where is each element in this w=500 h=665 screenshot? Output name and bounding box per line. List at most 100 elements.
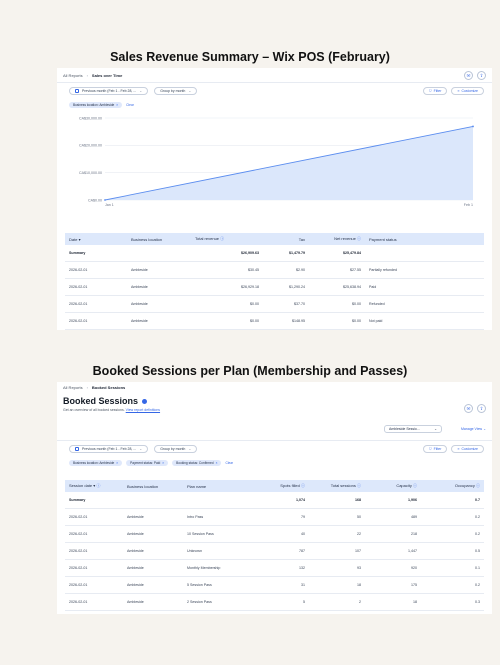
filter-button[interactable]: ⛉ Filter	[423, 445, 448, 453]
filter-chip-location[interactable]: Business location: Ambleside ×	[69, 101, 123, 108]
table-cell: Ambleside	[127, 549, 144, 553]
breadcrumb-all-reports[interactable]: All Reports	[63, 385, 83, 390]
table-cell: Summary	[69, 498, 86, 502]
date-range-select[interactable]: Previous month (Feb 1 - Feb 28, ... ⌄	[69, 87, 149, 95]
table-cell: Ambleside	[131, 268, 148, 272]
breadcrumb-all-reports[interactable]: All Reports	[63, 73, 83, 78]
close-icon[interactable]: ×	[216, 461, 218, 465]
col-total-sessions[interactable]: Total sessions ⓘ	[309, 483, 365, 489]
page-subtitle: Get an overview of all booked sessions. …	[63, 408, 161, 412]
table-cell: 132	[299, 566, 305, 570]
filter-chip-payment-status[interactable]: Payment status: Paid ×	[126, 459, 169, 466]
breadcrumb-separator: ›	[86, 72, 88, 78]
sessions-table: Session date ▾ ⓘ Business location Plan …	[65, 480, 484, 611]
summary-row: Summary $26,909.63 $1,479.79 $25,479.84	[65, 245, 484, 262]
table-cell: 218	[411, 532, 417, 536]
table-cell: $30.45	[248, 268, 259, 272]
table-cell: Refunded	[369, 302, 385, 306]
col-capacity[interactable]: Capacity ⓘ	[365, 483, 421, 489]
message-icon[interactable]: ✉	[464, 71, 473, 80]
table-cell: Paid	[369, 285, 377, 289]
col-occupancy[interactable]: Occupancy ⓘ	[421, 483, 484, 489]
customize-button[interactable]: ≡ Customize	[451, 87, 484, 95]
filter-chip-location[interactable]: Business location: Ambleside ×	[69, 459, 123, 466]
table-cell: 22	[357, 532, 361, 536]
col-session-date[interactable]: Session date ▾ ⓘ	[65, 483, 123, 489]
sales-table: Date ▾ Business location Total revenue ⓘ…	[65, 233, 484, 330]
info-icon: ⓘ	[301, 483, 305, 488]
col-net-revenue[interactable]: Net revenue ⓘ	[309, 236, 365, 242]
table-cell: 175	[411, 583, 417, 587]
table-cell: 489	[411, 515, 417, 519]
table-cell: 107	[355, 549, 361, 553]
table-cell: 1,906	[408, 498, 417, 502]
table-header: Session date ▾ ⓘ Business location Plan …	[65, 480, 484, 492]
filter-chip-booking-status[interactable]: Booking status: Confirmed ×	[172, 459, 222, 466]
col-total-revenue[interactable]: Total revenue ⓘ	[191, 236, 263, 242]
customize-icon: ≡	[457, 447, 460, 451]
manage-view-link[interactable]: Manage View ⌄	[461, 427, 486, 431]
table-cell: 2026-02-01	[69, 268, 88, 272]
table-cell: 2026-02-01	[69, 549, 88, 553]
breadcrumb-current: Booked Sessions	[91, 384, 126, 390]
table-row: 2026-02-01 Ambleside Unknown 787 107 1,447 0.5	[65, 543, 484, 560]
table-cell: 5 Session Pass	[187, 583, 212, 587]
table-row: 2026-02-01 Ambleside Monthly Membership 132…	[65, 560, 484, 577]
col-location[interactable]: Business location	[127, 237, 191, 242]
col-location[interactable]: Business location	[123, 484, 183, 489]
group-by-select[interactable]: Group by month ⌄	[154, 87, 198, 95]
table-cell: $148.95	[292, 319, 305, 323]
close-icon[interactable]: ×	[116, 103, 118, 107]
customize-button[interactable]: ≡ Customize	[451, 445, 484, 453]
col-payment-status[interactable]: Payment status	[365, 237, 445, 242]
table-cell: $25,479.84	[343, 251, 361, 255]
table-cell: 2026-02-01	[69, 319, 88, 323]
table-cell: $26,909.63	[241, 251, 259, 255]
col-spots-filled[interactable]: Spots filled ⓘ	[255, 483, 309, 489]
table-cell: 920	[411, 566, 417, 570]
table-cell: 10 Session Pass	[187, 532, 214, 536]
table-cell: 2026-02-01	[69, 285, 88, 289]
share-icon[interactable]: ⇪	[477, 404, 486, 413]
report-definitions-link[interactable]: View report definitions	[126, 408, 160, 412]
close-icon[interactable]: ×	[162, 461, 164, 465]
col-plan-name[interactable]: Plan name	[183, 484, 255, 489]
group-by-select[interactable]: Group by month ⌄	[154, 445, 198, 453]
table-cell: $25,638.94	[343, 285, 361, 289]
info-icon: ⓘ	[413, 483, 417, 488]
x-tick-label: Jan 1	[105, 203, 114, 207]
breadcrumb-separator: ›	[86, 384, 88, 390]
filter-button[interactable]: ⛉ Filter	[423, 87, 448, 95]
table-cell: 93	[357, 566, 361, 570]
close-icon[interactable]: ×	[116, 461, 118, 465]
filter-icon: ⛉	[429, 447, 432, 451]
table-cell: $0.00	[352, 319, 361, 323]
col-tax[interactable]: Tax	[263, 237, 309, 242]
clear-filters-link[interactable]: Clear	[225, 461, 233, 465]
info-icon[interactable]	[142, 398, 148, 404]
message-icon[interactable]: ✉	[464, 404, 473, 413]
table-row: 2026-02-01 Ambleside 5 Session Pass 31 18 175…	[65, 577, 484, 594]
saved-view-select[interactable]: Ambleside Sessio... ⌄	[384, 425, 442, 433]
table-row: 2026-02-01 Ambleside 10 Session Pass 40 22 21…	[65, 526, 484, 543]
table-cell: 787	[299, 549, 305, 553]
table-cell: 18	[357, 583, 361, 587]
table-cell: $26,929.18	[241, 285, 259, 289]
share-icon[interactable]: ⇪	[477, 71, 486, 80]
table-cell: $37.70	[294, 302, 305, 306]
booked-sessions-panel: All Reports › Booked Sessions Booked Ses…	[57, 382, 492, 614]
y-tick-label: CA$30,000.00	[79, 116, 102, 120]
table-cell: 1,447	[408, 549, 417, 553]
clear-filters-link[interactable]: Clear	[126, 103, 134, 107]
breadcrumb: All Reports › Sales over Time ✉ ⇪	[57, 68, 492, 82]
chevron-down-icon: ⌄	[139, 447, 143, 451]
table-cell: $2.90	[296, 268, 305, 272]
table-header: Date ▾ Business location Total revenue ⓘ…	[65, 233, 484, 245]
table-cell: 2026-02-01	[69, 583, 88, 587]
date-range-select[interactable]: Previous month (Feb 1 - Feb 28, ... ⌄	[69, 445, 149, 453]
col-date[interactable]: Date ▾	[65, 237, 127, 242]
table-cell: Ambleside	[131, 319, 148, 323]
table-cell: Partially refunded	[369, 268, 397, 272]
table-cell: 40	[301, 532, 305, 536]
breadcrumb-current: Sales over Time	[91, 72, 123, 78]
